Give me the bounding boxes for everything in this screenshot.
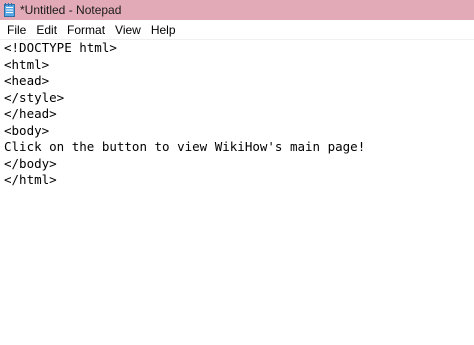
notepad-icon: [4, 3, 15, 17]
editor-line: </head>: [4, 106, 57, 121]
menu-file[interactable]: File: [2, 20, 31, 40]
text-editor-area[interactable]: <!DOCTYPE html> <html> <head> </style> <…: [0, 40, 474, 345]
menu-bar: File Edit Format View Help: [0, 20, 474, 40]
editor-line: </html>: [4, 172, 57, 187]
editor-line: <body>: [4, 122, 50, 138]
editor-line: <!DOCTYPE html>: [4, 40, 117, 55]
editor-line: <head>: [4, 73, 50, 88]
menu-help[interactable]: Help: [146, 20, 181, 40]
editor-line: <html>: [4, 56, 50, 72]
title-bar[interactable]: *Untitled - Notepad: [0, 0, 474, 20]
menu-format[interactable]: Format: [62, 20, 110, 40]
window-title: *Untitled - Notepad: [20, 3, 122, 17]
menu-edit[interactable]: Edit: [31, 20, 62, 40]
editor-line: Click on the button to view WikiHow's ma…: [4, 139, 366, 154]
menu-view[interactable]: View: [110, 20, 146, 40]
notepad-window: *Untitled - Notepad File Edit Format Vie…: [0, 0, 474, 345]
editor-line: </style>: [4, 89, 65, 105]
editor-line: </body>: [4, 155, 57, 171]
